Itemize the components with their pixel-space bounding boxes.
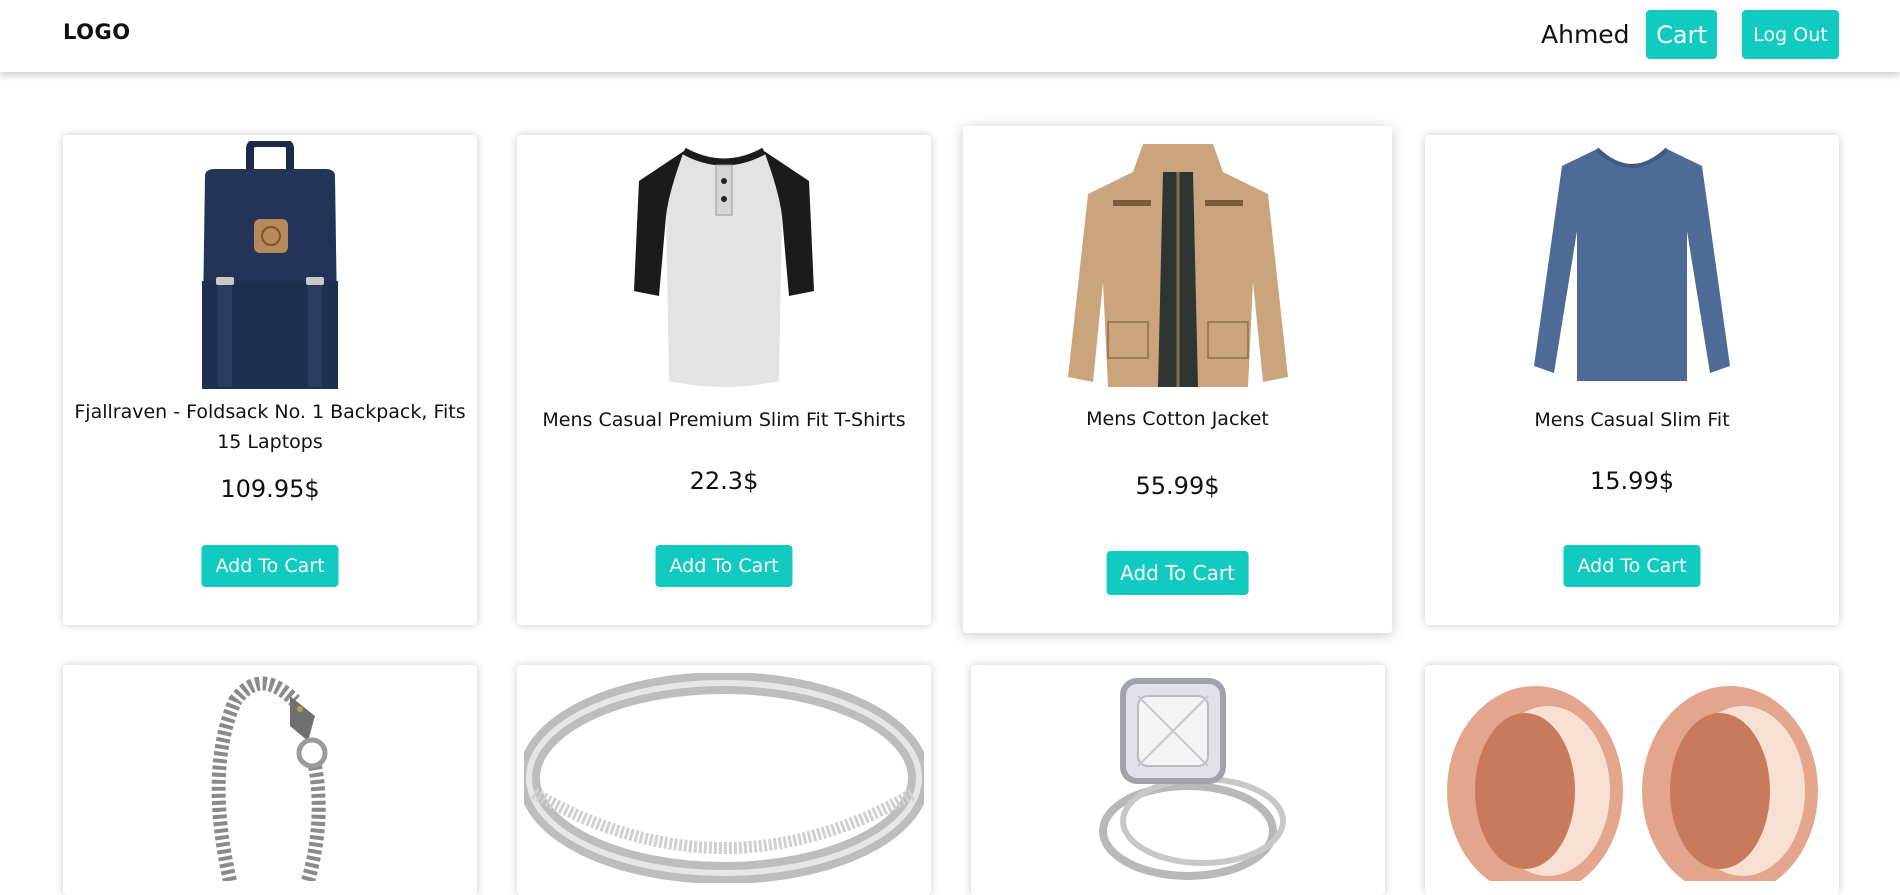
add-to-cart-button[interactable]: Add To Cart [1563, 545, 1701, 587]
dragon-bracelet-image[interactable] [63, 671, 477, 881]
long-sleeve-shirt-image[interactable] [1425, 141, 1839, 391]
product-price: 15.99$ [1590, 467, 1674, 495]
add-to-cart-button[interactable]: Add To Cart [201, 545, 339, 587]
logout-button[interactable]: Log Out [1742, 10, 1839, 59]
add-to-cart-button[interactable]: Add To Cart [655, 545, 793, 587]
product-card [971, 665, 1385, 895]
jacket-image[interactable] [963, 132, 1392, 390]
product-card: Mens Cotton Jacket 55.99$ Add To Cart [963, 126, 1392, 633]
top-navbar: LOGO Ahmed Cart Log Out [0, 0, 1900, 72]
product-card [517, 665, 931, 895]
user-name: Ahmed [1541, 20, 1630, 49]
product-card [1425, 665, 1839, 895]
product-card: Mens Casual Slim Fit 15.99$ Add To Cart [1425, 135, 1839, 625]
product-card: Mens Casual Premium Slim Fit T-Shirts 22… [517, 135, 931, 625]
product-title[interactable]: Mens Casual Slim Fit [1435, 405, 1829, 435]
product-price: 55.99$ [1135, 472, 1220, 500]
silver-ring-image[interactable] [517, 673, 931, 883]
product-price: 109.95$ [220, 475, 320, 503]
rose-gold-tunnels-image[interactable] [1425, 671, 1839, 881]
product-title[interactable]: Fjallraven - Foldsack No. 1 Backpack, Fi… [73, 397, 467, 457]
raglan-tshirt-image[interactable] [517, 141, 931, 391]
product-card: Fjallraven - Foldsack No. 1 Backpack, Fi… [63, 135, 477, 625]
product-price: 22.3$ [689, 467, 759, 495]
add-to-cart-button[interactable]: Add To Cart [1106, 551, 1249, 595]
logo[interactable]: LOGO [63, 20, 131, 44]
backpack-image[interactable] [63, 141, 477, 391]
product-title[interactable]: Mens Cotton Jacket [973, 404, 1382, 434]
cart-button[interactable]: Cart [1646, 10, 1717, 59]
product-card [63, 665, 477, 895]
diamond-ring-set-image[interactable] [971, 671, 1385, 881]
product-title[interactable]: Mens Casual Premium Slim Fit T-Shirts [527, 405, 921, 435]
